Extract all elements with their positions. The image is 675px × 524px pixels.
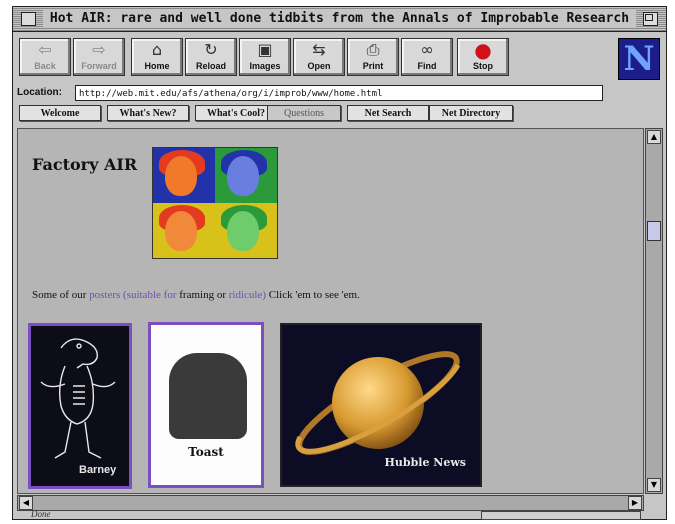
whats-new-button[interactable]: What's New? — [107, 105, 189, 121]
popart-portrait-image[interactable] — [152, 147, 278, 259]
title-bar[interactable]: Hot AIR: rare and well done tidbits from… — [13, 7, 666, 32]
popart-quad-3 — [153, 203, 215, 258]
hubble-caption: Hubble News — [384, 456, 467, 469]
open-button[interactable]: ⇆ Open — [293, 38, 345, 76]
open-icon: ⇆ — [312, 40, 326, 59]
print-button[interactable]: ⎙ Print — [347, 38, 399, 76]
scroll-thumb[interactable] — [647, 221, 661, 241]
toolbar: ⇦ Back ⇨ Forward ⌂ Home ↻ Reload ▣ Image… — [13, 32, 666, 84]
location-url-field[interactable]: http://web.mit.edu/afs/athena/org/i/impr… — [75, 85, 603, 101]
intro-text: Some of our posters (suitable for framin… — [32, 289, 360, 301]
toast-poster-image[interactable]: Toast — [148, 322, 264, 488]
home-icon: ⌂ — [151, 40, 163, 59]
scroll-right-arrow-icon[interactable]: ▶ — [628, 496, 642, 510]
stop-button[interactable]: ● Stop — [457, 38, 509, 76]
browser-window: Hot AIR: rare and well done tidbits from… — [12, 6, 667, 520]
status-text: Done — [31, 509, 51, 519]
welcome-button[interactable]: Welcome — [19, 105, 101, 121]
window-title: Hot AIR: rare and well done tidbits from… — [43, 10, 636, 28]
net-directory-button[interactable]: Net Directory — [429, 105, 513, 121]
zoom-box-icon[interactable] — [643, 12, 658, 26]
reload-icon: ↻ — [204, 40, 218, 59]
toast-icon — [169, 353, 247, 439]
vertical-scrollbar[interactable]: ▲ ▼ — [645, 128, 663, 494]
back-button[interactable]: ⇦ Back — [19, 38, 71, 76]
close-box-icon[interactable] — [21, 12, 36, 26]
hubble-news-image[interactable]: Hubble News — [280, 323, 482, 487]
barney-skeleton-icon — [40, 338, 116, 459]
location-bar: Location: http://web.mit.edu/afs/athena/… — [13, 85, 666, 103]
posters-link[interactable]: posters (suitable for — [89, 289, 176, 301]
reload-button[interactable]: ↻ Reload — [185, 38, 237, 76]
popart-quad-4 — [215, 203, 277, 258]
popart-quad-1 — [153, 148, 215, 203]
popart-quad-2 — [215, 148, 277, 203]
barney-caption: Barney — [79, 464, 117, 476]
find-binoculars-icon: ∞ — [420, 40, 434, 59]
back-arrow-icon: ⇦ — [38, 40, 52, 59]
netscape-logo-icon[interactable]: N — [618, 38, 660, 80]
status-bar: Done — [13, 509, 666, 521]
page-heading: Factory AIR — [32, 155, 138, 174]
images-button[interactable]: ▣ Images — [239, 38, 291, 76]
whats-cool-button[interactable]: What's Cool? — [195, 105, 277, 121]
toast-caption: Toast — [188, 445, 224, 459]
directory-buttons: Welcome What's New? What's Cool? Questio… — [13, 105, 666, 125]
questions-button[interactable]: Questions — [267, 105, 341, 121]
find-button[interactable]: ∞ Find — [401, 38, 453, 76]
net-search-button[interactable]: Net Search — [347, 105, 429, 121]
scroll-down-arrow-icon[interactable]: ▼ — [647, 478, 661, 492]
forward-arrow-icon: ⇨ — [92, 40, 106, 59]
barney-poster-image[interactable]: Barney — [28, 323, 132, 489]
images-icon: ▣ — [257, 40, 273, 59]
scroll-left-arrow-icon[interactable]: ◀ — [19, 496, 33, 510]
home-button[interactable]: ⌂ Home — [131, 38, 183, 76]
print-icon: ⎙ — [366, 40, 380, 59]
forward-button[interactable]: ⇨ Forward — [73, 38, 125, 76]
stop-icon: ● — [474, 38, 492, 62]
scroll-up-arrow-icon[interactable]: ▲ — [647, 130, 661, 144]
progress-bar — [481, 511, 641, 520]
location-label: Location: — [17, 87, 62, 98]
horizontal-scrollbar[interactable]: ◀ ▶ — [17, 495, 644, 511]
page-content: Factory AIR Some of our posters (suitabl… — [17, 128, 644, 494]
ridicule-link[interactable]: ridicule) — [229, 289, 266, 301]
